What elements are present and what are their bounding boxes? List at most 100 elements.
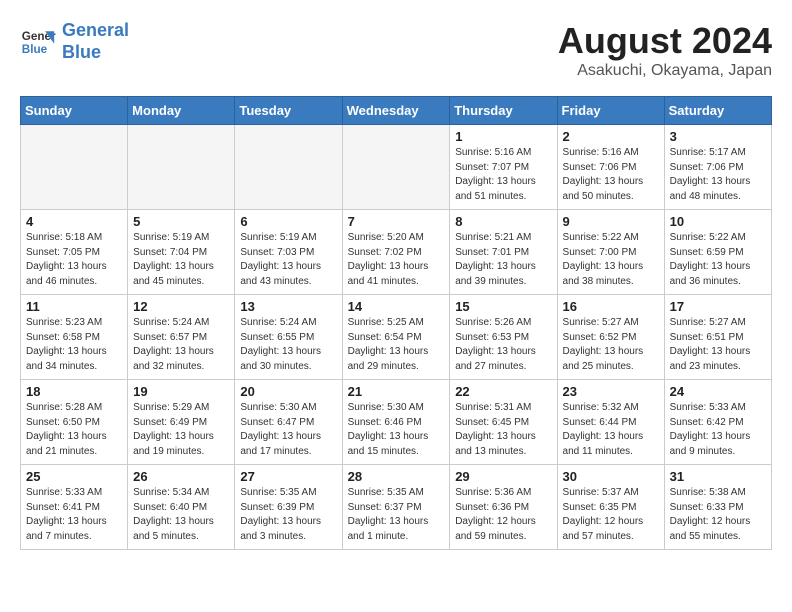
day-cell: 14 Sunrise: 5:25 AM Sunset: 6:54 PM Dayli…	[342, 295, 450, 380]
day-cell: 13 Sunrise: 5:24 AM Sunset: 6:55 PM Dayli…	[235, 295, 342, 380]
day-cell: 8 Sunrise: 5:21 AM Sunset: 7:01 PM Daylig…	[450, 210, 557, 295]
day-info: Sunrise: 5:34 AM Sunset: 6:40 PM Dayligh…	[133, 486, 229, 544]
logo-icon: General Blue	[20, 24, 56, 60]
day-info: Sunrise: 5:27 AM Sunset: 6:52 PM Dayligh…	[563, 316, 659, 374]
day-number: 10	[670, 214, 766, 229]
weekday-header-sunday: Sunday	[21, 97, 128, 125]
day-cell: 5Sunrise: 5:19 AM Sunset: 7:04 PM Daylig…	[128, 210, 235, 295]
day-number: 13	[240, 299, 336, 314]
calendar-table: SundayMondayTuesdayWednesdayThursdayFrid…	[20, 96, 772, 550]
day-number: 11	[26, 299, 122, 314]
page-header: General Blue GeneralBlue August 2024 Asa…	[20, 20, 772, 80]
day-number: 21	[348, 384, 445, 399]
day-number: 18	[26, 384, 122, 399]
day-info: Sunrise: 5:19 AM Sunset: 7:03 PM Dayligh…	[240, 231, 336, 289]
week-row-5: 25 Sunrise: 5:33 AM Sunset: 6:41 PM Dayli…	[21, 465, 772, 550]
weekday-header-row: SundayMondayTuesdayWednesdayThursdayFrid…	[21, 97, 772, 125]
day-cell	[128, 125, 235, 210]
day-number: 28	[348, 469, 445, 484]
day-info: Sunrise: 5:27 AM Sunset: 6:51 PM Dayligh…	[670, 316, 766, 374]
day-info: Sunrise: 5:29 AM Sunset: 6:49 PM Dayligh…	[133, 401, 229, 459]
day-cell: 7 Sunrise: 5:20 AM Sunset: 7:02 PM Daylig…	[342, 210, 450, 295]
svg-text:Blue: Blue	[22, 42, 48, 55]
day-info: Sunrise: 5:33 AM Sunset: 6:42 PM Dayligh…	[670, 401, 766, 459]
day-number: 6	[240, 214, 336, 229]
day-cell: 9 Sunrise: 5:22 AM Sunset: 7:00 PM Daylig…	[557, 210, 664, 295]
day-cell: 30Sunrise: 5:37 AM Sunset: 6:35 PM Dayli…	[557, 465, 664, 550]
day-number: 12	[133, 299, 229, 314]
day-cell: 4 Sunrise: 5:18 AM Sunset: 7:05 PM Daylig…	[21, 210, 128, 295]
weekday-header-friday: Friday	[557, 97, 664, 125]
logo: General Blue GeneralBlue	[20, 20, 129, 63]
day-number: 15	[455, 299, 551, 314]
day-info: Sunrise: 5:28 AM Sunset: 6:50 PM Dayligh…	[26, 401, 122, 459]
day-cell	[342, 125, 450, 210]
day-number: 30	[563, 469, 659, 484]
day-cell: 2 Sunrise: 5:16 AM Sunset: 7:06 PM Daylig…	[557, 125, 664, 210]
day-number: 4	[26, 214, 122, 229]
day-number: 2	[563, 129, 659, 144]
day-info: Sunrise: 5:31 AM Sunset: 6:45 PM Dayligh…	[455, 401, 551, 459]
day-cell: 25 Sunrise: 5:33 AM Sunset: 6:41 PM Dayli…	[21, 465, 128, 550]
day-info: Sunrise: 5:30 AM Sunset: 6:47 PM Dayligh…	[240, 401, 336, 459]
day-number: 14	[348, 299, 445, 314]
day-cell: 18 Sunrise: 5:28 AM Sunset: 6:50 PM Dayli…	[21, 380, 128, 465]
day-number: 3	[670, 129, 766, 144]
day-cell: 29Sunrise: 5:36 AM Sunset: 6:36 PM Dayli…	[450, 465, 557, 550]
day-cell: 24Sunrise: 5:33 AM Sunset: 6:42 PM Dayli…	[664, 380, 771, 465]
day-number: 27	[240, 469, 336, 484]
day-cell: 3 Sunrise: 5:17 AM Sunset: 7:06 PM Daylig…	[664, 125, 771, 210]
day-number: 26	[133, 469, 229, 484]
day-cell: 28 Sunrise: 5:35 AM Sunset: 6:37 PM Dayli…	[342, 465, 450, 550]
day-info: Sunrise: 5:36 AM Sunset: 6:36 PM Dayligh…	[455, 486, 551, 544]
day-info: Sunrise: 5:16 AM Sunset: 7:06 PM Dayligh…	[563, 146, 659, 204]
day-number: 9	[563, 214, 659, 229]
day-cell: 15 Sunrise: 5:26 AM Sunset: 6:53 PM Dayli…	[450, 295, 557, 380]
week-row-1: 1 Sunrise: 5:16 AM Sunset: 7:07 PM Daylig…	[21, 125, 772, 210]
day-number: 22	[455, 384, 551, 399]
day-cell: 1 Sunrise: 5:16 AM Sunset: 7:07 PM Daylig…	[450, 125, 557, 210]
day-info: Sunrise: 5:18 AM Sunset: 7:05 PM Dayligh…	[26, 231, 122, 289]
day-number: 25	[26, 469, 122, 484]
day-cell: 16Sunrise: 5:27 AM Sunset: 6:52 PM Dayli…	[557, 295, 664, 380]
weekday-header-wednesday: Wednesday	[342, 97, 450, 125]
weekday-header-monday: Monday	[128, 97, 235, 125]
day-cell: 12Sunrise: 5:24 AM Sunset: 6:57 PM Dayli…	[128, 295, 235, 380]
day-info: Sunrise: 5:20 AM Sunset: 7:02 PM Dayligh…	[348, 231, 445, 289]
day-number: 1	[455, 129, 551, 144]
day-number: 20	[240, 384, 336, 399]
day-info: Sunrise: 5:19 AM Sunset: 7:04 PM Dayligh…	[133, 231, 229, 289]
day-info: Sunrise: 5:22 AM Sunset: 6:59 PM Dayligh…	[670, 231, 766, 289]
day-info: Sunrise: 5:35 AM Sunset: 6:37 PM Dayligh…	[348, 486, 445, 544]
day-number: 8	[455, 214, 551, 229]
day-cell: 20 Sunrise: 5:30 AM Sunset: 6:47 PM Dayli…	[235, 380, 342, 465]
day-cell: 22 Sunrise: 5:31 AM Sunset: 6:45 PM Dayli…	[450, 380, 557, 465]
logo-text: GeneralBlue	[62, 20, 129, 63]
week-row-4: 18 Sunrise: 5:28 AM Sunset: 6:50 PM Dayli…	[21, 380, 772, 465]
day-cell: 17Sunrise: 5:27 AM Sunset: 6:51 PM Dayli…	[664, 295, 771, 380]
day-cell: 23Sunrise: 5:32 AM Sunset: 6:44 PM Dayli…	[557, 380, 664, 465]
day-info: Sunrise: 5:21 AM Sunset: 7:01 PM Dayligh…	[455, 231, 551, 289]
day-info: Sunrise: 5:35 AM Sunset: 6:39 PM Dayligh…	[240, 486, 336, 544]
day-info: Sunrise: 5:22 AM Sunset: 7:00 PM Dayligh…	[563, 231, 659, 289]
day-number: 31	[670, 469, 766, 484]
day-info: Sunrise: 5:24 AM Sunset: 6:55 PM Dayligh…	[240, 316, 336, 374]
day-number: 19	[133, 384, 229, 399]
day-info: Sunrise: 5:25 AM Sunset: 6:54 PM Dayligh…	[348, 316, 445, 374]
day-cell: 26 Sunrise: 5:34 AM Sunset: 6:40 PM Dayli…	[128, 465, 235, 550]
weekday-header-thursday: Thursday	[450, 97, 557, 125]
day-info: Sunrise: 5:33 AM Sunset: 6:41 PM Dayligh…	[26, 486, 122, 544]
day-info: Sunrise: 5:17 AM Sunset: 7:06 PM Dayligh…	[670, 146, 766, 204]
month-year-title: August 2024	[558, 20, 772, 62]
title-block: August 2024 Asakuchi, Okayama, Japan	[558, 20, 772, 80]
day-info: Sunrise: 5:26 AM Sunset: 6:53 PM Dayligh…	[455, 316, 551, 374]
day-number: 7	[348, 214, 445, 229]
day-cell: 27 Sunrise: 5:35 AM Sunset: 6:39 PM Dayli…	[235, 465, 342, 550]
day-info: Sunrise: 5:32 AM Sunset: 6:44 PM Dayligh…	[563, 401, 659, 459]
weekday-header-tuesday: Tuesday	[235, 97, 342, 125]
day-info: Sunrise: 5:16 AM Sunset: 7:07 PM Dayligh…	[455, 146, 551, 204]
week-row-2: 4 Sunrise: 5:18 AM Sunset: 7:05 PM Daylig…	[21, 210, 772, 295]
weekday-header-saturday: Saturday	[664, 97, 771, 125]
day-cell: 11Sunrise: 5:23 AM Sunset: 6:58 PM Dayli…	[21, 295, 128, 380]
day-info: Sunrise: 5:38 AM Sunset: 6:33 PM Dayligh…	[670, 486, 766, 544]
